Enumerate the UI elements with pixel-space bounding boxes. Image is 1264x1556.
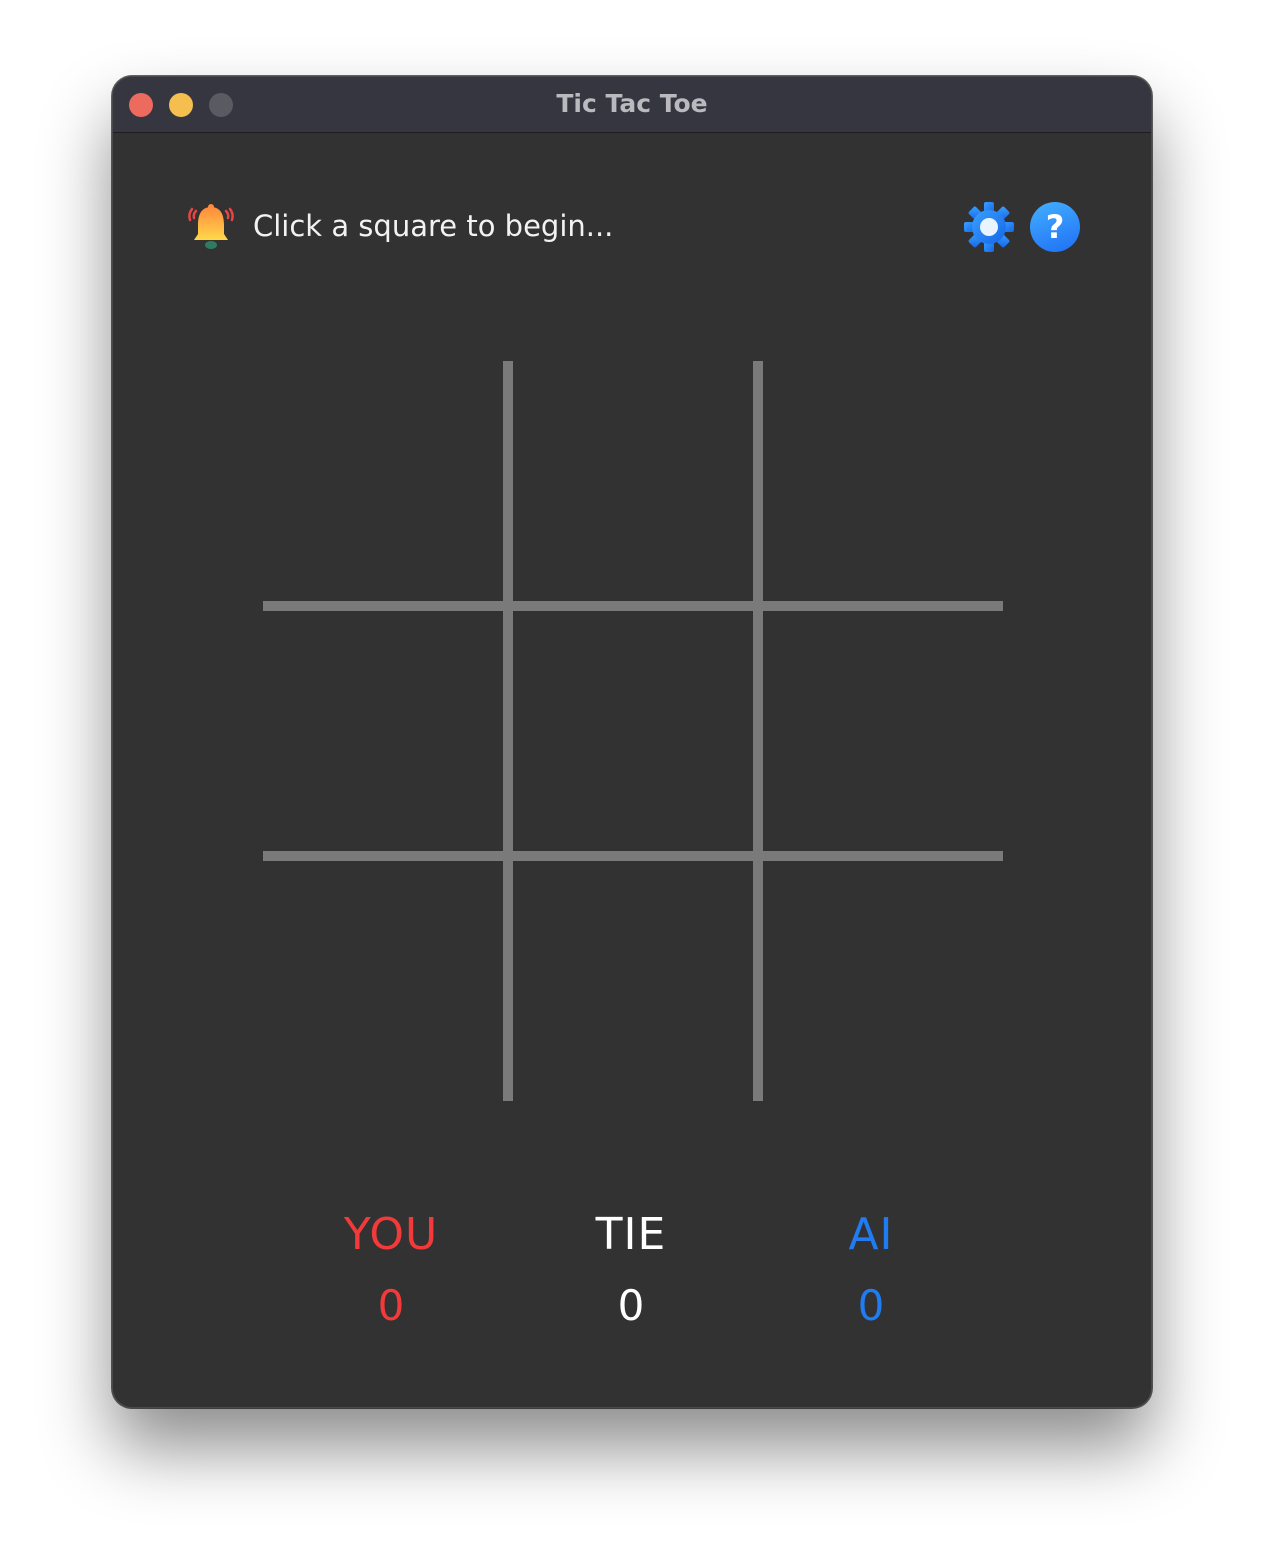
bell-icon (188, 204, 234, 249)
score-you-label: YOU (343, 1209, 439, 1260)
settings-button[interactable] (963, 201, 1015, 253)
score-tie: TIE 0 (511, 1207, 751, 1331)
window-title: Tic Tac Toe (556, 89, 708, 118)
board-cell-6[interactable] (763, 611, 1009, 857)
board-cell-9[interactable] (763, 861, 1009, 1107)
app-window: Tic Tac Toe Click a square to begin... ?… (112, 76, 1152, 1408)
board-cell-7[interactable] (263, 861, 509, 1107)
score-ai-label: AI (848, 1209, 894, 1260)
status-bar: Click a square to begin... (185, 201, 1085, 253)
score-you: YOU 0 (271, 1207, 511, 1331)
score-ai-value: 0 (857, 1281, 885, 1330)
board-cell-5[interactable] (513, 611, 759, 857)
board-cell-2[interactable] (513, 361, 759, 607)
question-mark-icon: ? (1045, 208, 1065, 246)
board-cell-3[interactable] (763, 361, 1009, 607)
title-bar: Tic Tac Toe (113, 77, 1151, 133)
status-message: Click a square to begin... (253, 209, 614, 243)
board-cell-8[interactable] (513, 861, 759, 1107)
board-cell-1[interactable] (263, 361, 509, 607)
board-cell-4[interactable] (263, 611, 509, 857)
score-ai: AI 0 (751, 1207, 991, 1331)
score-you-value: 0 (377, 1281, 405, 1330)
game-board (263, 361, 1003, 1101)
score-tie-label: TIE (595, 1209, 667, 1260)
score-tie-value: 0 (617, 1281, 645, 1330)
gear-icon (964, 202, 1014, 252)
help-button[interactable]: ? (1030, 202, 1080, 252)
